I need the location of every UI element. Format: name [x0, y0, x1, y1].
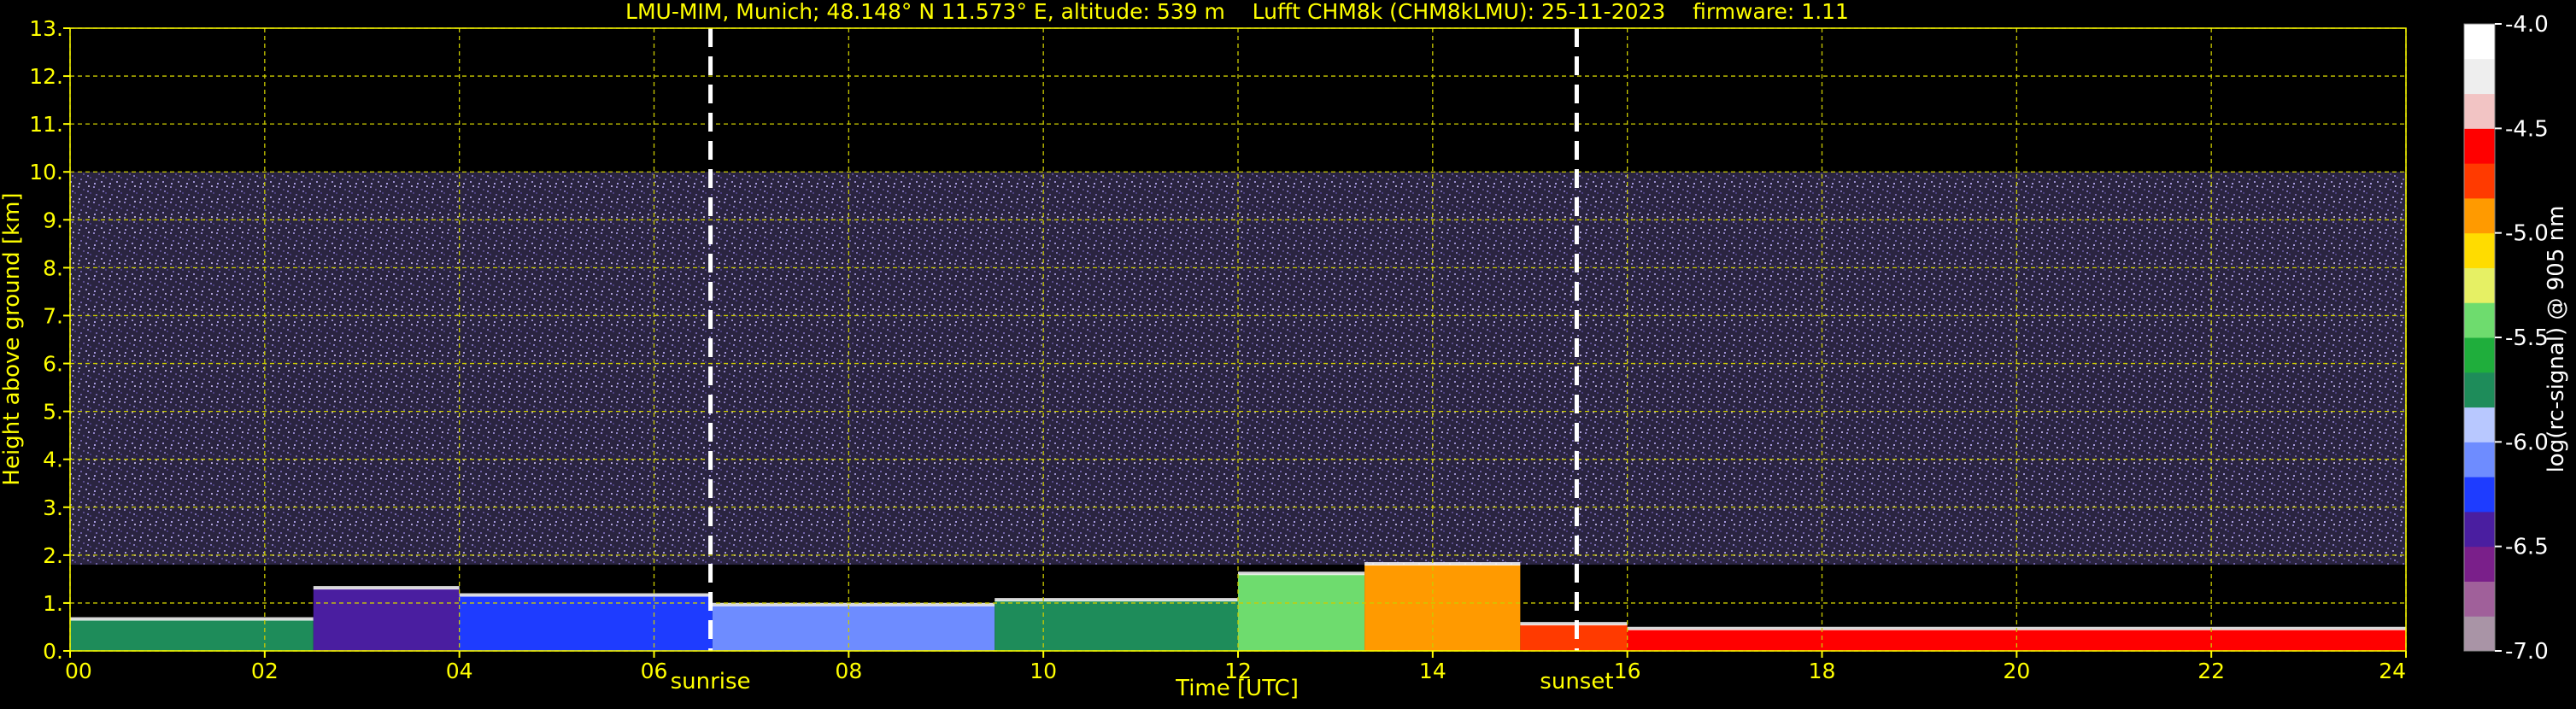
x-tick-label: 00: [65, 659, 92, 683]
aerosol-layer: [313, 589, 460, 651]
colorbar-tick-label: -5.0: [2505, 221, 2549, 247]
y-tick-label: 11.: [29, 112, 63, 137]
ceilometer-figure: sunrise sunset 00 02 04 06 08 10 12 14 16 18 20 22 24…: [0, 0, 2576, 706]
colorbar-segment: [2464, 128, 2495, 164]
y-tick-label: 9.: [43, 208, 63, 232]
y-tick-label: 12.: [29, 64, 63, 89]
colorbar-segment: [2464, 232, 2495, 268]
y-tick-label: 7.: [43, 303, 63, 328]
event-label: sunset: [1540, 669, 1613, 694]
colorbar-tick-label: -7.0: [2505, 639, 2549, 665]
aerosol-layer: [459, 595, 713, 651]
x-tick-label: 02: [251, 659, 279, 683]
colorbar-tick-label: -4.0: [2505, 12, 2549, 38]
backscatter-chart: sunrise sunset 00 02 04 06 08 10 12 14 16 18 20 22 24…: [0, 0, 2576, 706]
y-tick-label: 3.: [43, 495, 63, 520]
colorbar-segment: [2464, 407, 2495, 442]
layer-top-edge: [1520, 622, 1628, 626]
layer-top-edge: [313, 586, 460, 590]
colorbar-tick-label: -5.5: [2505, 325, 2549, 351]
aerosol-layer: [1238, 574, 1365, 651]
colorbar-tick-label: -6.0: [2505, 430, 2549, 455]
x-tick-label: 24: [2379, 659, 2406, 683]
colorbar-segment: [2464, 616, 2495, 652]
colorbar-tick-label: -4.5: [2505, 116, 2549, 142]
colorbar-segment: [2464, 58, 2495, 95]
x-tick-label: 14: [1419, 659, 1446, 683]
layer-top-edge: [995, 598, 1238, 602]
x-tick-label: 10: [1030, 659, 1057, 683]
y-tick-label: 6.: [43, 352, 63, 377]
x-tick-label: 16: [1614, 659, 1641, 683]
colorbar-segment: [2464, 197, 2495, 234]
aerosol-layer: [1520, 624, 1628, 651]
y-tick-label: 2.: [43, 543, 63, 568]
colorbar-segment: [2464, 93, 2495, 129]
colorbar-segment: [2464, 477, 2495, 513]
event-label: sunrise: [671, 669, 751, 694]
colorbar-segment: [2464, 546, 2495, 582]
x-axis-label: Time [UTC]: [1175, 676, 1299, 701]
layer-top-edge: [70, 617, 314, 621]
y-tick-label: 1.: [43, 591, 63, 616]
chart-title: LMU-MIM, Munich; 48.148° N 11.573° E, al…: [625, 0, 1849, 24]
colorbar-segment: [2464, 442, 2495, 478]
aerosol-layer: [995, 601, 1238, 651]
x-tick-label: 20: [2003, 659, 2030, 683]
y-tick-label: 5.: [43, 400, 63, 425]
y-tick-label: 8.: [43, 255, 63, 280]
colorbar-segment: [2464, 511, 2495, 548]
y-tick-label: 4.: [43, 448, 63, 472]
y-tick-label: 13.: [29, 16, 63, 41]
colorbar-label: log(rc-signal) @ 905 nm: [2544, 206, 2569, 473]
aerosol-layer: [712, 605, 995, 651]
layer-top-edge: [1364, 562, 1521, 566]
x-tick-label: 18: [1809, 659, 1836, 683]
colorbar-segment: [2464, 163, 2495, 199]
colorbar-segment: [2464, 372, 2495, 408]
y-axis-label: Height above ground [km]: [0, 192, 25, 485]
layer-top-edge: [459, 593, 713, 597]
x-tick-label: 06: [641, 659, 668, 683]
x-tick-label: 08: [835, 659, 862, 683]
x-tick-label: 22: [2198, 659, 2225, 683]
aerosol-layer: [70, 619, 314, 651]
x-tick-label: 04: [446, 659, 473, 683]
y-tick-label: 0.: [43, 639, 63, 664]
aerosol-layer: [1627, 629, 2406, 651]
aerosol-layer: [1364, 565, 1521, 651]
colorbar-segment: [2464, 24, 2495, 60]
colorbar-segment: [2464, 581, 2495, 617]
y-tick-label: 10.: [29, 160, 63, 185]
colorbar-segment: [2464, 337, 2495, 373]
colorbar-segment: [2464, 302, 2495, 338]
colorbar-tick-label: -6.5: [2505, 535, 2549, 560]
colorbar-segment: [2464, 267, 2495, 303]
layer-top-edge: [1238, 571, 1365, 576]
